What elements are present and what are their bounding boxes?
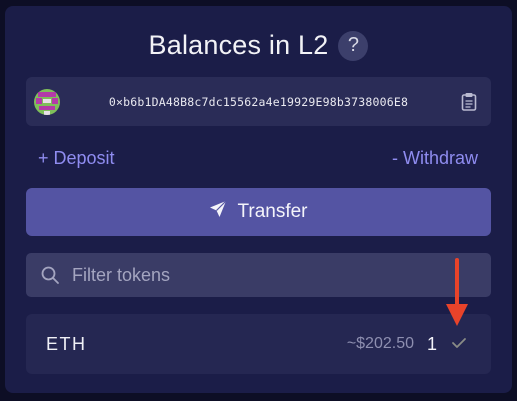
page-title: Balances in L2 — [148, 30, 329, 60]
token-row[interactable]: ETH ~$202.50 1 — [26, 314, 491, 374]
token-symbol: ETH — [46, 334, 87, 354]
filter-box — [26, 253, 491, 297]
title-row: Balances in L2 ? — [5, 30, 512, 61]
annotation-arrow-icon — [446, 258, 468, 326]
transfer-button-label: Transfer — [237, 201, 308, 222]
deposit-link[interactable]: + Deposit — [38, 148, 115, 169]
withdraw-link[interactable]: - Withdraw — [392, 148, 478, 169]
filter-tokens-input[interactable] — [72, 260, 472, 290]
check-icon[interactable] — [451, 336, 467, 350]
balances-panel: Balances in L2 ? 0×b6b1DA48B8c7dc15562a4… — [5, 6, 512, 393]
wallet-address: 0×b6b1DA48B8c7dc15562a4e19929E98b3738006… — [108, 94, 409, 109]
help-icon[interactable]: ? — [338, 30, 369, 61]
token-usd-value: ~$202.50 — [346, 335, 414, 352]
token-amount: 1 — [426, 334, 437, 354]
send-icon — [209, 200, 227, 224]
clipboard-icon[interactable] — [460, 92, 478, 111]
search-icon — [40, 265, 60, 285]
transfer-button[interactable]: Transfer — [26, 188, 491, 236]
address-bar: 0×b6b1DA48B8c7dc15562a4e19929E98b3738006… — [26, 77, 491, 126]
